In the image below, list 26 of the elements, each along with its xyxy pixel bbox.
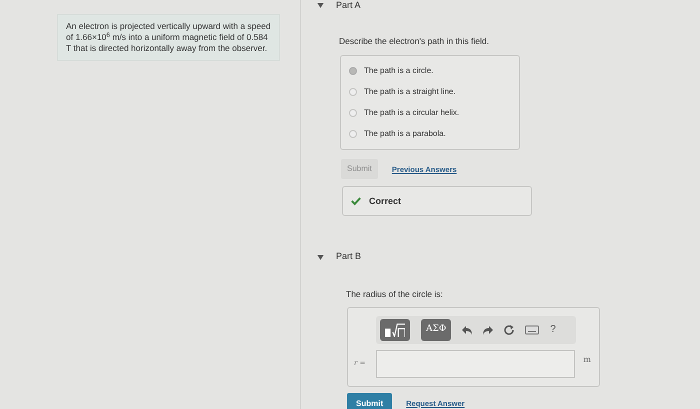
part-title[interactable]: Part A — [336, 0, 361, 12]
keyboard-icon[interactable] — [525, 324, 540, 334]
radio-button[interactable] — [349, 88, 357, 96]
redo-icon[interactable] — [483, 324, 494, 334]
option-label[interactable]: The path is a straight line. — [364, 86, 456, 98]
option-label[interactable]: The path is a parabola. — [364, 128, 446, 140]
submit-button[interactable]: Submit — [347, 392, 392, 409]
answer-field[interactable] — [376, 350, 576, 378]
option-label[interactable]: The path is a circular helix. — [364, 106, 460, 119]
feedback-text: Correct — [369, 194, 402, 208]
radio-button[interactable] — [349, 108, 357, 117]
radio-button[interactable] — [349, 130, 357, 138]
problem-statement: An electron is projected vertically upward with a speed of 1.66×10$^{6}$ m/s into a uniform magnetic field of 0.584 T that is directed horizontally away from the observer. — [57, 14, 280, 62]
help-button[interactable]: ? — [550, 322, 556, 337]
check-icon — [351, 196, 361, 206]
question-text: The radius of the circle is: — [346, 288, 444, 300]
symbols-button[interactable]: ΑΣΦ — [421, 318, 452, 340]
undo-icon[interactable] — [462, 324, 472, 334]
reset-icon[interactable] — [504, 324, 514, 334]
radio-button[interactable] — [349, 66, 357, 75]
templates-icon — [385, 322, 405, 338]
unit-label: m — [583, 354, 591, 366]
templates-button[interactable] — [380, 318, 410, 340]
part-title[interactable]: Part B — [336, 250, 362, 264]
question-text: Describe the electron's path in this field. — [339, 34, 490, 48]
option-label[interactable]: The path is a circle. — [364, 64, 434, 77]
